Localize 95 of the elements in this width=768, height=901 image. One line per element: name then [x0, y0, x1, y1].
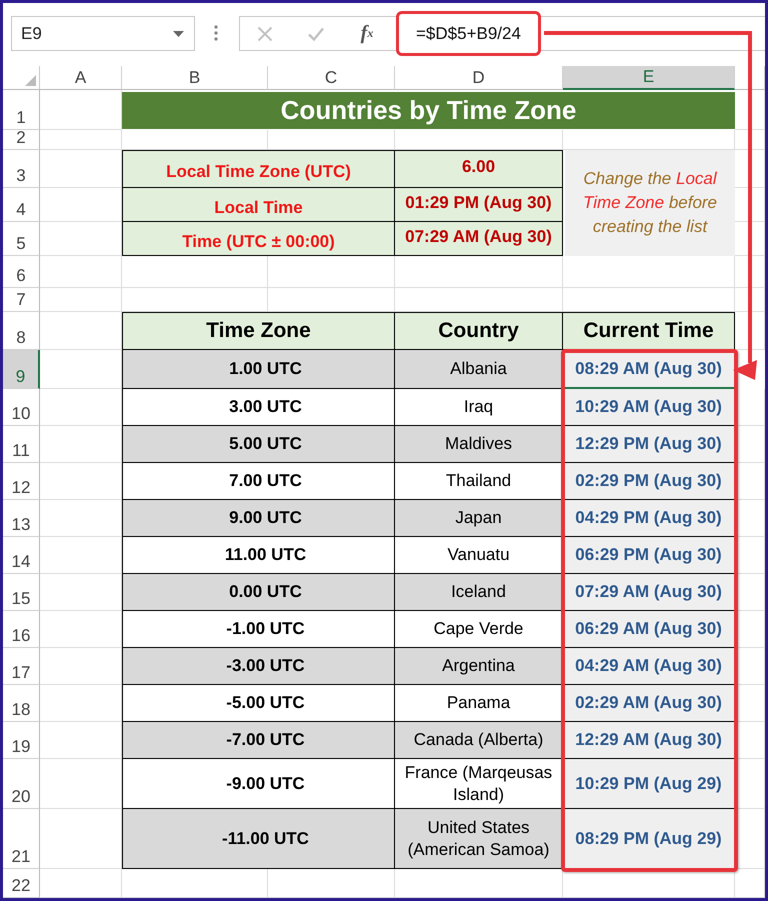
select-all-button[interactable] — [3, 66, 40, 90]
time-zone-cell: -5.00 UTC — [122, 685, 395, 722]
formula-field[interactable]: =$D$5+B9/24 — [396, 11, 541, 56]
empty-cell[interactable] — [735, 288, 765, 312]
info-value: 6.00 — [395, 150, 563, 188]
column-header[interactable]: A — [40, 66, 122, 90]
time-zone-cell: 5.00 UTC — [122, 426, 395, 463]
info-value: 01:29 PM (Aug 30) — [395, 188, 563, 222]
time-zone-cell: -9.00 UTC — [122, 759, 395, 809]
info-label: Local Time Zone (UTC) — [122, 150, 395, 188]
row-header[interactable]: 2 — [3, 130, 40, 150]
country-cell: Albania — [395, 350, 563, 389]
current-time-cell: 02:29 PM (Aug 30) — [563, 463, 735, 500]
row-header[interactable]: 19 — [3, 722, 40, 759]
empty-cell[interactable] — [735, 759, 765, 809]
current-time-cell: 08:29 PM (Aug 29) — [563, 809, 735, 869]
close-icon — [257, 26, 273, 42]
row-header[interactable]: 3 — [3, 150, 40, 188]
time-zone-cell: -11.00 UTC — [122, 809, 395, 869]
column-header[interactable]: D — [395, 66, 563, 90]
empty-cell[interactable] — [735, 389, 765, 426]
current-time-cell: 02:29 AM (Aug 30) — [563, 685, 735, 722]
row-header[interactable]: 13 — [3, 500, 40, 537]
empty-cell[interactable] — [735, 500, 765, 537]
empty-cell[interactable] — [735, 869, 765, 898]
country-cell: Argentina — [395, 648, 563, 685]
row-header[interactable]: 16 — [3, 611, 40, 648]
info-value: 07:29 AM (Aug 30) — [395, 222, 563, 256]
time-zone-cell: 0.00 UTC — [122, 574, 395, 611]
row-header[interactable]: 20 — [3, 759, 40, 809]
empty-cell[interactable] — [735, 611, 765, 648]
row-header[interactable]: 21 — [3, 809, 40, 869]
caret-icon[interactable] — [173, 30, 184, 36]
name-box[interactable]: E9 — [11, 16, 195, 51]
empty-cell[interactable] — [735, 809, 765, 869]
time-zone-cell: 1.00 UTC — [122, 350, 395, 389]
country-cell: Canada (Alberta) — [395, 722, 563, 759]
row-header[interactable]: 18 — [3, 685, 40, 722]
column-heading: Current Time — [563, 312, 735, 350]
column-header[interactable]: C — [268, 66, 395, 90]
column-header[interactable]: E — [563, 66, 735, 90]
empty-cell[interactable] — [735, 256, 765, 288]
row-header[interactable]: 9 — [3, 350, 40, 389]
empty-cell[interactable] — [735, 130, 765, 150]
row-header[interactable]: 8 — [3, 312, 40, 350]
time-zone-cell: -1.00 UTC — [122, 611, 395, 648]
column-heading: Time Zone — [122, 312, 395, 350]
row-header[interactable]: 14 — [3, 537, 40, 574]
row-header[interactable]: 6 — [3, 256, 40, 288]
info-label: Local Time — [122, 188, 395, 222]
row-header[interactable]: 11 — [3, 426, 40, 463]
current-time-cell: 10:29 PM (Aug 29) — [563, 759, 735, 809]
row-header[interactable]: 10 — [3, 389, 40, 426]
country-cell: Japan — [395, 500, 563, 537]
current-time-cell: 04:29 PM (Aug 30) — [563, 500, 735, 537]
triangle-icon — [25, 75, 36, 86]
row-header[interactable]: 15 — [3, 574, 40, 611]
time-zone-cell: -3.00 UTC — [122, 648, 395, 685]
info-label: Time (UTC ± 00:00) — [122, 222, 395, 256]
check-icon — [308, 26, 324, 42]
row-header[interactable]: 12 — [3, 463, 40, 500]
empty-cell[interactable] — [735, 463, 765, 500]
note-text: Change the Local Time Zone before creating the list — [565, 150, 735, 256]
current-time-cell: 06:29 PM (Aug 30) — [563, 537, 735, 574]
empty-cell[interactable] — [735, 722, 765, 759]
empty-cell[interactable] — [563, 869, 735, 898]
empty-cell[interactable] — [735, 648, 765, 685]
column-heading: Country — [395, 312, 563, 350]
row-header[interactable]: 5 — [3, 222, 40, 256]
current-time-cell: 10:29 AM (Aug 30) — [563, 389, 735, 426]
country-cell: Maldives — [395, 426, 563, 463]
current-time-cell: 06:29 AM (Aug 30) — [563, 611, 735, 648]
time-zone-cell: 3.00 UTC — [122, 389, 395, 426]
current-time-cell: 07:29 AM (Aug 30) — [563, 574, 735, 611]
time-zone-cell: 9.00 UTC — [122, 500, 395, 537]
empty-cell[interactable] — [735, 426, 765, 463]
empty-cell[interactable] — [735, 685, 765, 722]
time-zone-cell: 11.00 UTC — [122, 537, 395, 574]
current-time-cell: 04:29 AM (Aug 30) — [563, 648, 735, 685]
time-zone-cell: 7.00 UTC — [122, 463, 395, 500]
row-header[interactable]: 4 — [3, 188, 40, 222]
row-header[interactable]: 1 — [3, 90, 40, 130]
country-cell: Iceland — [395, 574, 563, 611]
sheet-title: Countries by Time Zone — [122, 92, 735, 129]
row-header[interactable]: 7 — [3, 288, 40, 312]
vertical-dots-icon — [214, 25, 218, 41]
empty-cell[interactable] — [735, 574, 765, 611]
empty-cell[interactable] — [735, 537, 765, 574]
current-time-cell: 12:29 PM (Aug 30) — [563, 426, 735, 463]
column-header[interactable]: B — [122, 66, 268, 90]
row-header[interactable]: 17 — [3, 648, 40, 685]
time-zone-cell: -7.00 UTC — [122, 722, 395, 759]
country-cell: United States (American Samoa) — [395, 809, 563, 869]
row-header[interactable]: 22 — [3, 869, 40, 898]
current-time-cell: 12:29 AM (Aug 30) — [563, 722, 735, 759]
